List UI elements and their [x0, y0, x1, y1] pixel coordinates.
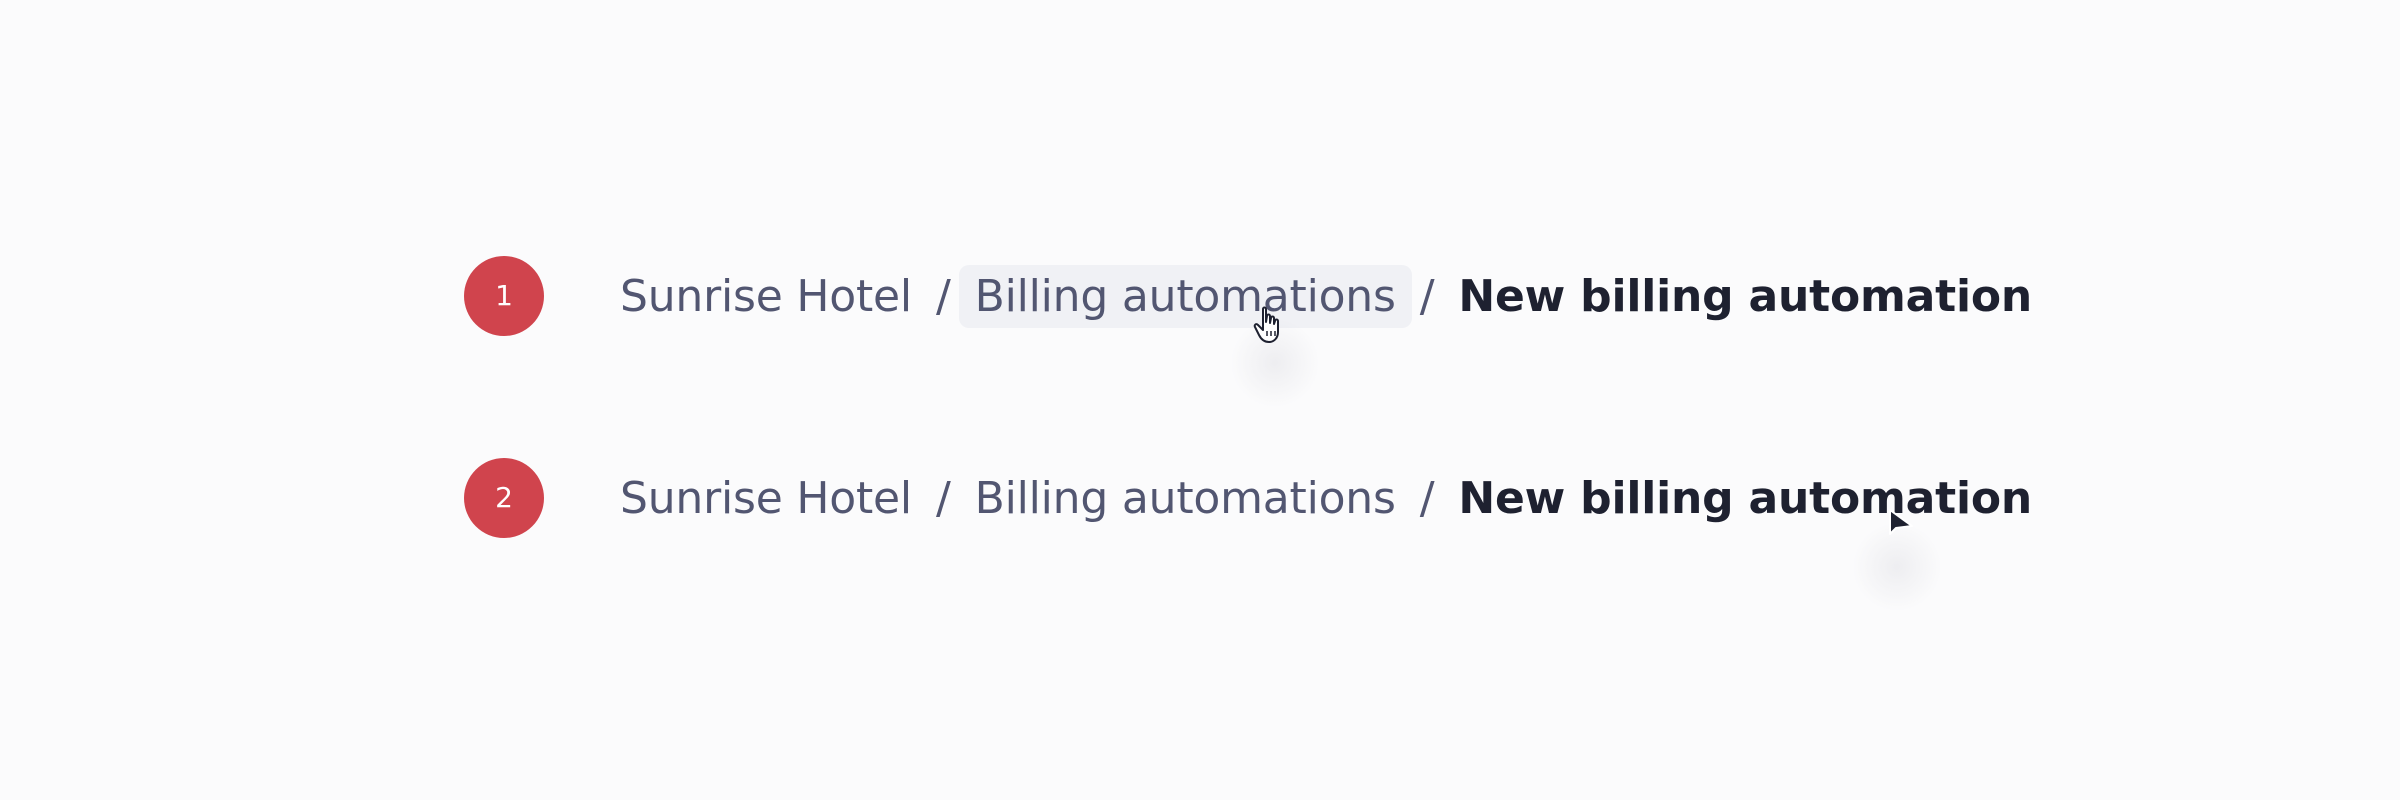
arrow-pointer-cursor-icon: [1889, 509, 1913, 535]
breadcrumb-link-sunrise-hotel[interactable]: Sunrise Hotel: [620, 265, 928, 328]
breadcrumb-separator: /: [1419, 472, 1435, 524]
breadcrumb-current-page: New billing automation: [1458, 270, 2033, 322]
step-number-badge: 1: [464, 256, 544, 336]
hand-pointer-cursor-icon: [1253, 306, 1279, 343]
step-number-badge: 2: [464, 458, 544, 538]
breadcrumb: Sunrise Hotel / Billing automations / Ne…: [620, 256, 2032, 336]
breadcrumb-current-page: New billing automation: [1458, 472, 2033, 524]
breadcrumb-separator: /: [935, 472, 951, 524]
breadcrumb-separator: /: [1419, 270, 1435, 322]
breadcrumb: Sunrise Hotel / Billing automations / Ne…: [620, 458, 2032, 538]
breadcrumb-link-billing-automations[interactable]: Billing automations: [959, 467, 1412, 530]
breadcrumb-separator: /: [935, 270, 951, 322]
breadcrumb-link-billing-automations[interactable]: Billing automations: [958, 264, 1412, 328]
breadcrumb-link-sunrise-hotel[interactable]: Sunrise Hotel: [620, 467, 928, 530]
